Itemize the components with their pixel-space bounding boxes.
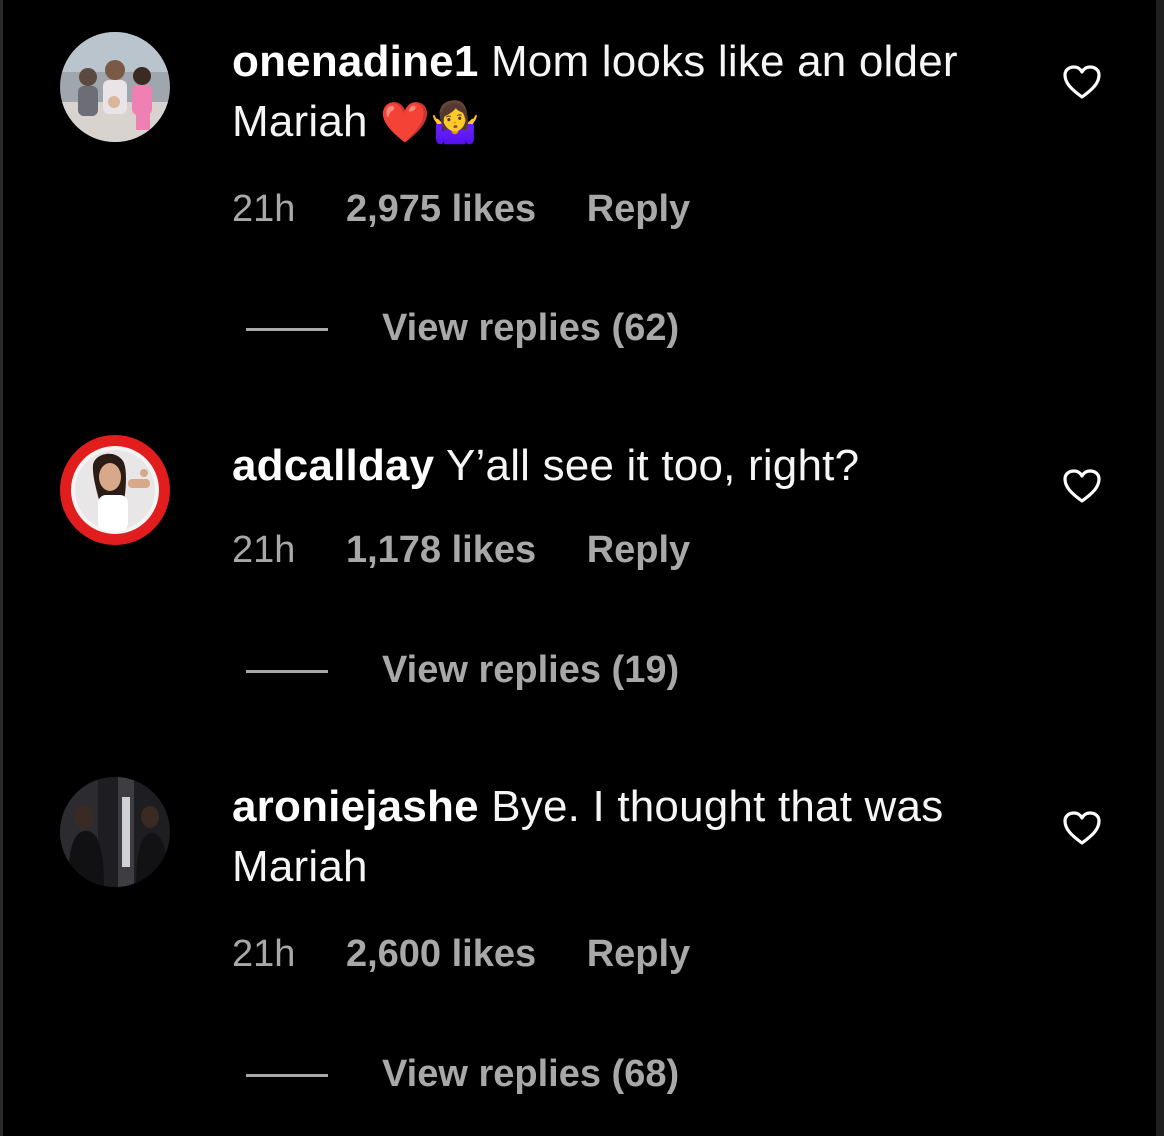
view-replies-button[interactable]: View replies (62) [246, 307, 679, 350]
comment-username[interactable]: aroniejashe [232, 782, 479, 831]
comment-meta: 21h 2,975 likes Reply [232, 188, 730, 231]
view-replies-label: View replies (19) [382, 649, 680, 691]
avatar[interactable] [60, 32, 170, 142]
frame-edge [0, 0, 3, 1136]
reply-button[interactable]: Reply [587, 933, 690, 975]
heart-outline-icon[interactable] [1062, 810, 1102, 846]
divider-line [246, 670, 328, 674]
comment-text: aroniejashe Bye. I thought that was Mari… [232, 777, 972, 897]
view-replies-label: View replies (68) [382, 1053, 680, 1095]
comment-likes[interactable]: 2,975 likes [346, 188, 536, 230]
avatar[interactable] [60, 777, 170, 887]
comment-username[interactable]: adcallday [232, 441, 434, 490]
comment-time: 21h [232, 933, 296, 975]
comment-time: 21h [232, 529, 296, 571]
view-replies-button[interactable]: View replies (19) [246, 649, 679, 692]
reply-button[interactable]: Reply [587, 529, 690, 571]
view-replies-label: View replies (62) [382, 307, 680, 349]
heart-outline-icon[interactable] [1062, 468, 1102, 504]
heart-outline-icon[interactable] [1062, 64, 1102, 100]
divider-line [246, 1074, 328, 1078]
comment-message: Y’all see it too, right? [446, 441, 860, 490]
frame-edge [1156, 0, 1164, 1136]
comment-time: 21h [232, 188, 296, 230]
comment-username[interactable]: onenadine1 [232, 37, 479, 86]
comment-text: onenadine1 Mom looks like an older Maria… [232, 32, 972, 153]
comment-emoji: ❤️🤷‍♀️ [380, 100, 481, 146]
comment-meta: 21h 1,178 likes Reply [232, 529, 730, 572]
comment-likes[interactable]: 1,178 likes [346, 529, 536, 571]
comment-text: adcallday Y’all see it too, right? [232, 436, 972, 496]
view-replies-button[interactable]: View replies (68) [246, 1053, 679, 1096]
divider-line [246, 328, 328, 332]
comment-likes[interactable]: 2,600 likes [346, 933, 536, 975]
avatar[interactable] [60, 435, 170, 545]
reply-button[interactable]: Reply [587, 188, 690, 230]
comment-meta: 21h 2,600 likes Reply [232, 933, 730, 976]
